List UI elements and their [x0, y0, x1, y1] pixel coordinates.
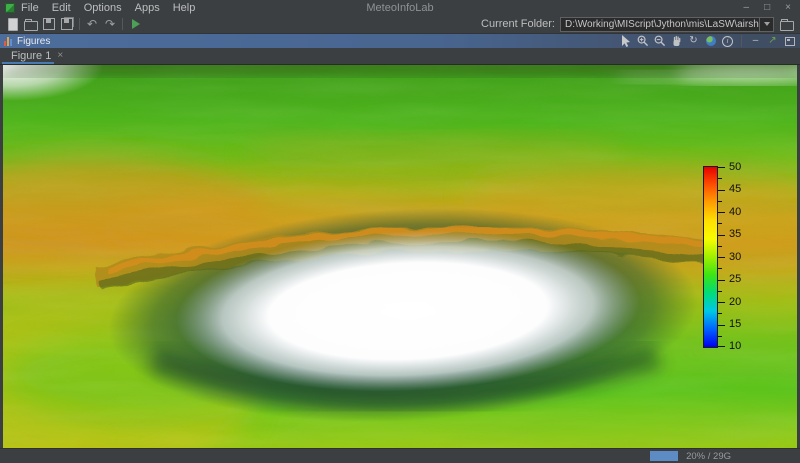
browse-folder-button[interactable] — [778, 16, 796, 32]
colorbar-tick-label: 20 — [729, 295, 742, 308]
active-tab-underline — [2, 62, 54, 64]
figures-panel-header[interactable]: Figures ↻ i – ↗ — [0, 34, 800, 48]
minimize-panel-button[interactable]: – — [749, 35, 762, 47]
run-script-button[interactable] — [126, 16, 144, 32]
current-folder-group: Current Folder: D:\Working\MIScript\Jyth… — [481, 16, 796, 32]
figures-panel-icon — [4, 36, 12, 46]
colorbar-ticks: 50 45 40 35 30 25 20 15 10 — [718, 162, 762, 352]
meteoinfolab-window: File Edit Options Apps Help MeteoInfoLab… — [0, 0, 800, 463]
toolbar-separator — [122, 18, 123, 30]
save-all-icon — [61, 18, 73, 30]
dock-panel-button[interactable] — [783, 35, 796, 47]
menu-help[interactable]: Help — [173, 2, 196, 14]
tab-label: Figure 1 — [11, 50, 52, 62]
menu-file[interactable]: File — [21, 2, 39, 14]
colorbar-tick-label: 50 — [729, 161, 742, 173]
menu-options[interactable]: Options — [84, 2, 122, 14]
statusbar: 20% / 29G — [0, 448, 800, 463]
figures-panel-title: Figures — [17, 35, 51, 47]
current-folder-value: D:\Working\MIScript\Jython\mis\LaSW\airs… — [565, 18, 759, 30]
info-icon: i — [722, 35, 733, 47]
menu-edit[interactable]: Edit — [52, 2, 71, 14]
save-icon — [43, 18, 55, 30]
pointer-select-button[interactable] — [619, 35, 632, 47]
current-folder-label: Current Folder: — [481, 18, 555, 30]
run-icon — [132, 19, 140, 29]
save-button[interactable] — [40, 16, 58, 32]
colorbar-tick-label: 40 — [729, 205, 742, 218]
close-button[interactable]: × — [785, 1, 791, 14]
rotate-button[interactable]: ↻ — [687, 35, 700, 47]
menubar: File Edit Options Apps Help — [21, 2, 195, 14]
dock-window-icon — [784, 36, 795, 46]
menu-apps[interactable]: Apps — [135, 2, 160, 14]
new-file-button[interactable] — [4, 16, 22, 32]
maximize-button[interactable]: □ — [764, 1, 770, 14]
redo-icon: ↷ — [104, 17, 116, 31]
colorbar-tick-label: 45 — [729, 183, 742, 195]
colorbar-tick-label: 35 — [729, 228, 742, 240]
colorbar-tick-label: 15 — [729, 318, 742, 330]
colorbar-tick-label: 10 — [729, 340, 742, 352]
rotate-icon: ↻ — [689, 35, 698, 46]
app-logo-icon — [5, 2, 15, 13]
undo-button[interactable]: ↶ — [83, 16, 101, 32]
panel-tools-separator — [741, 35, 742, 47]
tab-figure-1[interactable]: Figure 1 × — [0, 48, 71, 64]
colorbar-tick-label: 30 — [729, 250, 742, 263]
colorbar: 50 45 40 35 30 25 20 15 10 — [703, 162, 763, 352]
zoom-in-button[interactable] — [636, 35, 649, 47]
save-all-button[interactable] — [58, 16, 76, 32]
colorbar-tick-label: 25 — [729, 273, 742, 285]
combobox-dropdown-button[interactable] — [759, 17, 773, 31]
redo-button[interactable]: ↷ — [101, 16, 119, 32]
open-button[interactable] — [22, 16, 40, 32]
titlebar: File Edit Options Apps Help MeteoInfoLab… — [0, 0, 800, 15]
pan-button[interactable] — [670, 35, 683, 47]
window-controls: – □ × — [744, 1, 791, 14]
globe-icon — [705, 36, 716, 46]
hand-pan-icon — [673, 35, 681, 46]
browse-folder-icon — [780, 18, 794, 31]
cursor-arrow-icon — [621, 35, 630, 47]
main-toolbar: ↶ ↷ Current Folder: D:\Working\MIScript\… — [0, 15, 800, 34]
figure-tab-bar: Figure 1 × — [0, 48, 800, 65]
identify-button[interactable]: i — [721, 35, 734, 47]
undo-icon: ↶ — [86, 17, 98, 31]
new-file-icon — [8, 17, 18, 31]
colorbar-gradient — [703, 166, 718, 348]
current-folder-combobox[interactable]: D:\Working\MIScript\Jython\mis\LaSW\airs… — [560, 16, 774, 32]
float-panel-button[interactable]: ↗ — [766, 35, 779, 47]
panel-minimize-icon: – — [752, 35, 759, 46]
minimize-button[interactable]: – — [744, 1, 750, 14]
chevron-down-icon — [763, 22, 770, 26]
zoom-out-icon — [654, 35, 665, 47]
figure-canvas[interactable]: 50 45 40 35 30 25 20 15 10 — [0, 65, 800, 448]
zoom-in-icon — [637, 35, 648, 47]
float-panel-icon: ↗ — [768, 35, 777, 46]
toolbar-separator — [79, 18, 80, 30]
volume-render-scene — [3, 65, 797, 448]
tab-close-icon[interactable]: × — [57, 51, 63, 61]
zoom-out-button[interactable] — [653, 35, 666, 47]
open-folder-icon — [24, 18, 38, 31]
full-extent-button[interactable] — [704, 35, 717, 47]
figure-toolbar: ↻ i – ↗ — [619, 35, 796, 47]
window-title: MeteoInfoLab — [366, 1, 434, 14]
